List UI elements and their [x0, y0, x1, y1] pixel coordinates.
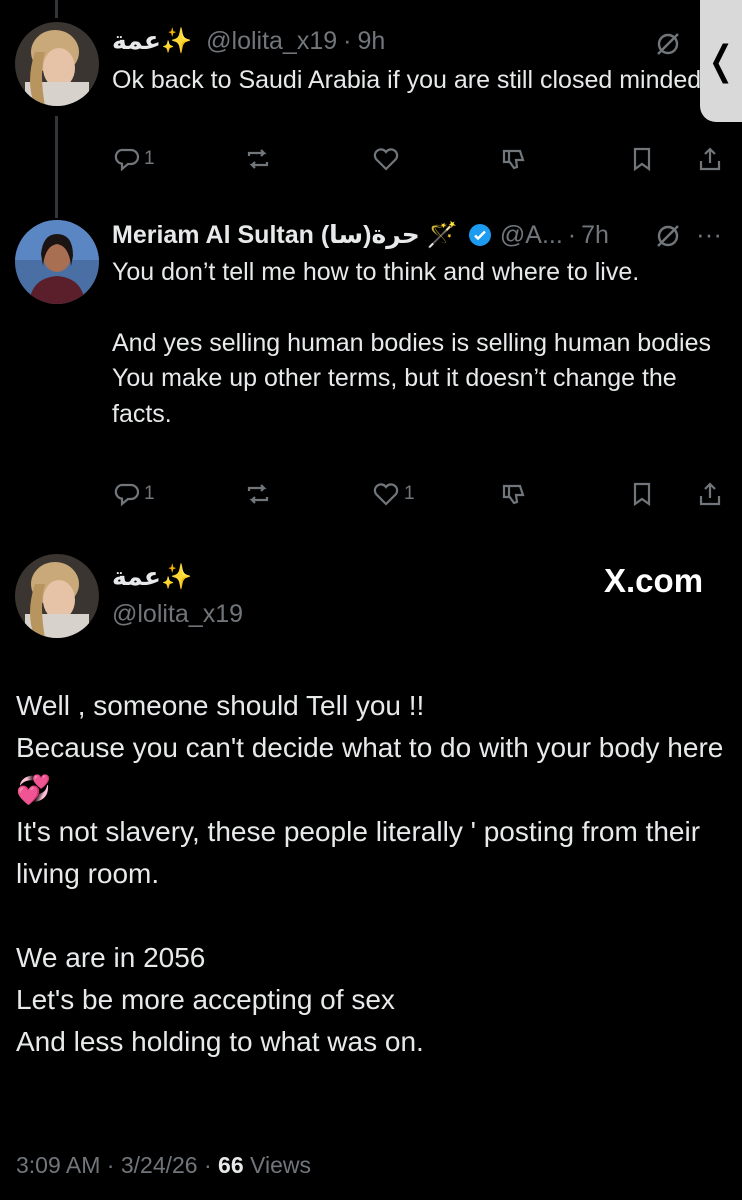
- display-name[interactable]: عمة✨: [112, 562, 192, 592]
- reply-icon: [114, 148, 140, 172]
- downvote-icon: [502, 149, 525, 170]
- separator-dot: ·: [567, 220, 577, 249]
- timestamp[interactable]: 9h: [357, 27, 385, 56]
- tweet-meta: 3:09 AM · 3/24/26 · 66 Views: [16, 1152, 311, 1179]
- separator-dot: ·: [203, 1152, 219, 1178]
- grok-icon[interactable]: [654, 222, 682, 250]
- display-name[interactable]: Meriam Al Sultan (سا)حرة 🪄: [112, 220, 458, 250]
- share-icon: [699, 147, 721, 171]
- reply-count: 1: [144, 483, 155, 504]
- like-icon: [373, 148, 399, 171]
- more-options-icon[interactable]: ···: [696, 221, 722, 247]
- reply-button[interactable]: 1: [112, 145, 155, 173]
- thread-line: [55, 116, 58, 218]
- bookmark-button[interactable]: [628, 480, 656, 508]
- share-button[interactable]: [696, 480, 724, 508]
- share-icon: [699, 482, 721, 506]
- retweet-icon: [247, 484, 269, 504]
- verified-badge-icon: [468, 223, 492, 247]
- reply-icon: [114, 483, 140, 507]
- avatar-lolita[interactable]: [15, 554, 99, 638]
- tweet-1-text: Ok back to Saudi Arabia if you are still…: [112, 66, 702, 94]
- like-count: 1: [404, 483, 415, 504]
- avatar-lolita[interactable]: [15, 22, 99, 106]
- handle[interactable]: @A...: [500, 221, 563, 250]
- share-button[interactable]: [696, 145, 724, 173]
- tweet-date[interactable]: 3/24/26: [121, 1152, 198, 1178]
- tweet-2-actions: 1 1: [112, 480, 724, 514]
- downvote-icon: [502, 484, 525, 505]
- like-button[interactable]: [372, 145, 400, 173]
- like-button[interactable]: 1: [372, 480, 415, 508]
- bookmark-icon: [633, 147, 651, 172]
- retweet-button[interactable]: [244, 480, 272, 508]
- retweet-icon: [247, 149, 269, 169]
- handle[interactable]: @lolita_x19: [206, 27, 337, 56]
- bookmark-icon: [633, 482, 651, 507]
- separator-dot: ·: [106, 1152, 121, 1178]
- timestamp[interactable]: 7h: [581, 221, 609, 250]
- tweet-time[interactable]: 3:09 AM: [16, 1152, 100, 1178]
- reply-button[interactable]: 1: [112, 480, 155, 508]
- views-label: Views: [250, 1152, 311, 1178]
- downvote-button[interactable]: [500, 145, 528, 173]
- reply-count: 1: [144, 148, 155, 169]
- side-panel-tab[interactable]: ❬: [700, 0, 742, 122]
- grok-icon[interactable]: [654, 30, 682, 58]
- downvote-button[interactable]: [500, 480, 528, 508]
- separator-dot: ·: [343, 26, 352, 55]
- tweet-2-text: You don’t tell me how to think and where…: [112, 258, 711, 428]
- views-count: 66: [218, 1152, 244, 1178]
- tweet-2-header: Meriam Al Sultan (سا)حرة 🪄 @A... · 7h: [112, 220, 609, 250]
- thread-line-top: [55, 0, 58, 18]
- bookmark-button[interactable]: [628, 145, 656, 173]
- handle[interactable]: @lolita_x19: [112, 600, 243, 629]
- retweet-button[interactable]: [244, 145, 272, 173]
- avatar-meriam[interactable]: [15, 220, 99, 304]
- tweet-1-header: عمة✨ @lolita_x19 · 9h: [112, 26, 385, 56]
- display-name[interactable]: عمة✨: [112, 26, 192, 56]
- source-label: X.com: [604, 562, 704, 599]
- main-tweet-name[interactable]: عمة✨: [112, 562, 192, 592]
- main-tweet-text: Well , someone should Tell you !! Becaus…: [16, 690, 724, 1057]
- main-tweet-handle[interactable]: @lolita_x19: [112, 600, 243, 629]
- like-icon: [373, 483, 399, 506]
- tweet-1-actions: 1: [112, 145, 724, 179]
